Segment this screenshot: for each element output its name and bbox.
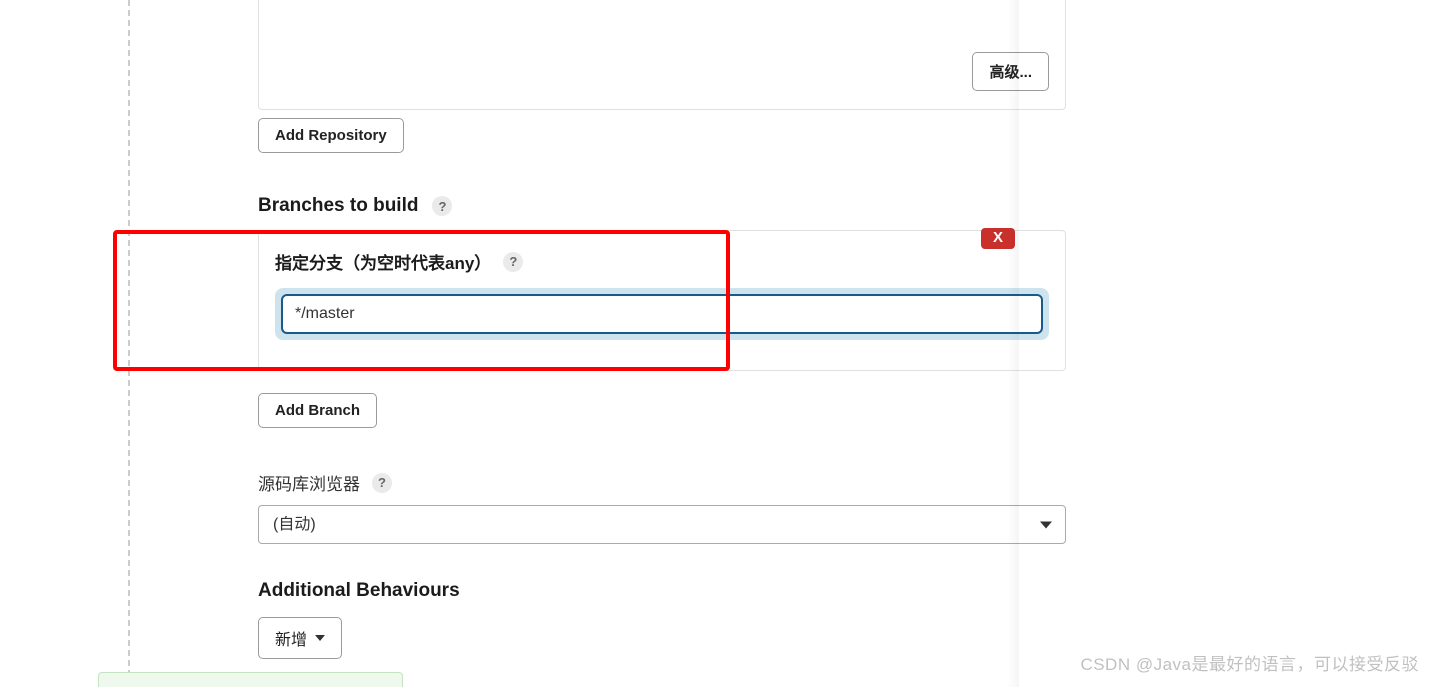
additional-behaviours-text: Additional Behaviours (258, 580, 460, 602)
help-icon[interactable]: ? (372, 473, 392, 493)
branch-specifier-label: 指定分支（为空时代表any） ? (275, 249, 1049, 274)
timeline-dashed-line (128, 0, 130, 676)
branch-label-text: 指定分支（为空时代表any） (275, 249, 491, 274)
branches-to-build-heading: Branches to build ? (258, 195, 452, 217)
branch-specifier-input[interactable] (281, 294, 1043, 334)
repository-browser-label: 源码库浏览器 ? (258, 470, 392, 495)
branch-specifier-card: X 指定分支（为空时代表any） ? (258, 230, 1066, 371)
additional-behaviours-heading: Additional Behaviours (258, 580, 460, 602)
branches-heading-text: Branches to build (258, 195, 418, 217)
advanced-button[interactable]: 高级... (972, 52, 1049, 91)
chevron-down-icon (315, 635, 325, 641)
add-repository-button[interactable]: Add Repository (258, 118, 404, 153)
bottom-tab-fragment (98, 672, 403, 687)
delete-branch-button[interactable]: X (981, 228, 1015, 249)
repository-card: 高级... (258, 0, 1066, 110)
branch-input-wrapper (275, 288, 1049, 340)
help-icon[interactable]: ? (432, 196, 452, 216)
watermark-text: CSDN @Java是最好的语言，可以接受反驳 (1080, 650, 1419, 675)
add-behaviour-button[interactable]: 新增 (258, 617, 342, 659)
repo-browser-select-wrapper: (自动) (258, 505, 1066, 544)
repo-browser-label-text: 源码库浏览器 (258, 470, 360, 495)
add-branch-button[interactable]: Add Branch (258, 393, 377, 428)
repository-browser-select[interactable]: (自动) (258, 505, 1066, 544)
help-icon[interactable]: ? (503, 252, 523, 272)
add-behaviour-label: 新增 (275, 626, 307, 650)
